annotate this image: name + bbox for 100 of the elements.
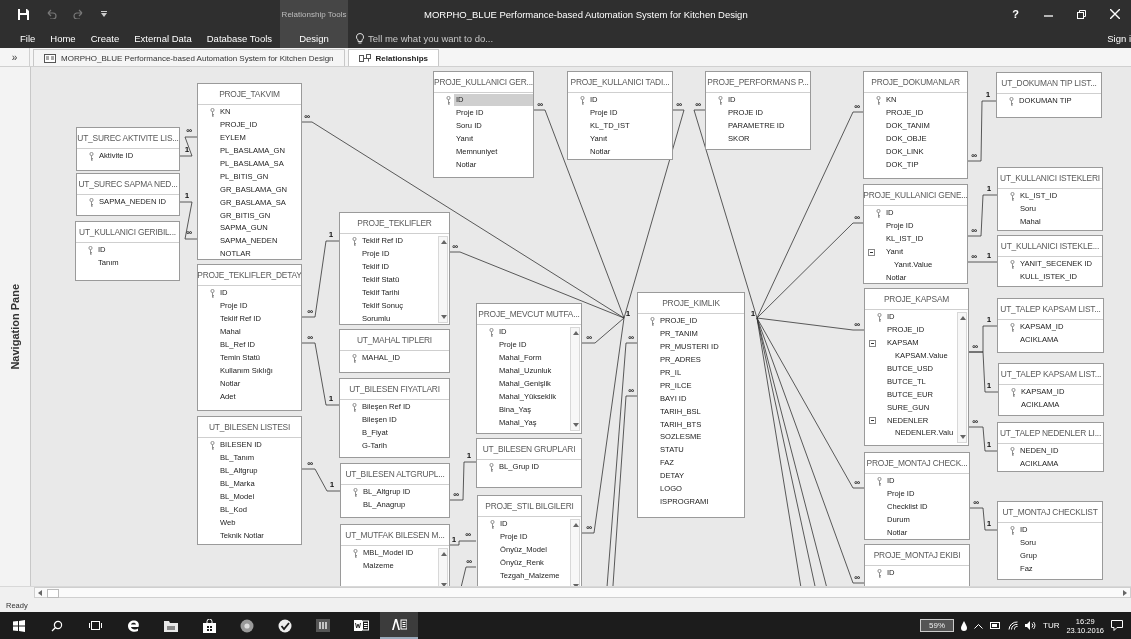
key-icon	[489, 327, 494, 337]
navigation-pane-label[interactable]: Navigation Pane	[9, 283, 21, 370]
cardinality-label: 1	[329, 480, 335, 489]
document-tab[interactable]: Relationships	[347, 49, 439, 66]
cardinality-label: 1	[986, 184, 992, 193]
cardinality-label: ∞	[971, 226, 977, 235]
table-title: UT_TALEP NEDENLER LI...	[998, 423, 1103, 444]
cardinality-label: ∞	[628, 386, 634, 395]
task-view-icon	[88, 620, 102, 631]
cardinality-label: 1	[451, 535, 457, 544]
cardinality-label: ∞	[307, 307, 313, 316]
key-icon	[877, 568, 882, 578]
relationship-line[interactable]	[449, 540, 477, 546]
relationship-line[interactable]	[179, 136, 198, 157]
cardinality-label: 1	[986, 251, 992, 260]
relationship-line[interactable]	[581, 317, 625, 534]
key-icon	[353, 487, 358, 497]
scrollbar[interactable]	[957, 312, 967, 443]
taskbar-button[interactable]	[380, 612, 418, 639]
relationship-line[interactable]	[581, 317, 625, 344]
battery-percentage[interactable]: 59%	[920, 619, 954, 632]
horizontal-scrollbar[interactable]	[34, 587, 1131, 598]
table-title: UT_BILESEN LISTESI	[198, 417, 301, 438]
save-icon[interactable]	[18, 8, 29, 20]
ribbon-tab[interactable]: Home	[50, 32, 76, 44]
key-icon	[1009, 96, 1014, 106]
relationship-line[interactable]	[969, 507, 998, 531]
table-title: PROJE_STIL BILGILERI	[478, 496, 581, 517]
table-title: UT_KULLANICI GERIBIL...	[76, 222, 179, 243]
table-title: PROJE_KULLANICI GENE...	[864, 185, 967, 206]
cardinality-label: 1	[184, 191, 190, 200]
database-app-icon	[391, 618, 407, 631]
help-button[interactable]: ?	[999, 0, 1032, 28]
key-icon	[210, 288, 215, 298]
chevron-up-icon[interactable]	[974, 622, 983, 629]
relationship-line[interactable]	[967, 194, 998, 237]
relationship-line[interactable]	[301, 240, 340, 318]
scrollbar[interactable]	[570, 327, 580, 431]
relationship-line[interactable]	[967, 100, 997, 162]
relationship-line[interactable]	[756, 317, 865, 489]
wifi-icon[interactable]	[1008, 621, 1018, 630]
scrollbar[interactable]	[438, 236, 448, 324]
cardinality-label: ∞	[676, 100, 682, 109]
sign-in-link[interactable]: Sign i	[1107, 32, 1131, 44]
cardinality-label: ∞	[586, 523, 592, 532]
redo-icon[interactable]	[73, 9, 85, 19]
undo-icon[interactable]	[45, 9, 57, 19]
relationship-line[interactable]	[756, 317, 865, 331]
circle-app-icon	[240, 618, 254, 633]
relationship-line[interactable]	[301, 468, 341, 492]
cardinality-label: ∞	[186, 228, 192, 237]
language-indicator[interactable]: TUR	[1043, 621, 1060, 630]
key-icon	[89, 197, 94, 207]
ribbon-tab[interactable]: File	[20, 32, 36, 44]
close-icon	[1109, 9, 1120, 19]
relationship-line[interactable]	[605, 342, 638, 586]
document-icon	[353, 619, 369, 632]
table-title: UT_TALEP KAPSAM LIST...	[999, 364, 1103, 385]
table-title: PROJE_KAPSAM	[865, 289, 968, 310]
diagram-icon	[358, 53, 371, 63]
collapse-icon[interactable]	[869, 417, 876, 425]
table-title: PROJE_KIMLIK	[638, 293, 744, 314]
notification-icon[interactable]	[1111, 620, 1123, 631]
table-title: UT_SUREC SAPMA NED...	[77, 174, 179, 195]
key-icon	[446, 95, 451, 105]
relationship-line[interactable]	[611, 395, 638, 586]
key-icon	[489, 462, 494, 472]
tell-me-field[interactable]: Tell me what you want to do...	[368, 32, 568, 44]
cardinality-label: ∞	[307, 459, 313, 468]
collapse-icon[interactable]	[869, 339, 876, 347]
key-icon	[718, 95, 723, 105]
collapse-icon[interactable]	[868, 248, 875, 256]
relationship-line[interactable]	[968, 351, 999, 393]
relationship-line[interactable]	[968, 426, 998, 452]
relationship-line[interactable]	[449, 461, 477, 501]
cardinality-label: 1	[328, 394, 334, 403]
table-title: UT_KULLANICI ISTEKLE...	[998, 236, 1102, 257]
relationship-line[interactable]	[179, 201, 198, 240]
table-title: UT_MONTAJ CHECKLIST	[998, 502, 1102, 523]
ribbon-tab[interactable]: Database Tools	[206, 32, 273, 44]
drop-icon[interactable]	[961, 620, 967, 631]
cardinality-label: ∞	[307, 333, 313, 342]
cardinality-label: ∞	[854, 213, 860, 222]
speaker-icon[interactable]	[1025, 621, 1036, 630]
relationship-line[interactable]	[449, 251, 625, 319]
relationship-line[interactable]	[301, 342, 340, 406]
table-title: PROJE_PERFORMANS P...	[706, 72, 810, 93]
ribbon-tab[interactable]: Design	[280, 28, 348, 48]
battery-icon[interactable]	[990, 622, 1001, 629]
relationship-line[interactable]	[756, 317, 865, 584]
cardinality-label: 1	[985, 90, 991, 99]
key-icon	[1010, 322, 1015, 332]
bars-icon	[316, 619, 330, 632]
key-icon	[490, 519, 495, 529]
cardinality-label: 1	[750, 309, 756, 318]
cardinality-label: 1	[986, 519, 992, 528]
document-tab[interactable]: MORPHO_BLUE Performance-based Automation System for Kitchen Design	[33, 49, 345, 66]
ribbon-tab[interactable]: External Data	[134, 32, 192, 44]
customize-icon[interactable]	[101, 11, 107, 17]
ribbon-tab[interactable]: Create	[90, 32, 120, 44]
